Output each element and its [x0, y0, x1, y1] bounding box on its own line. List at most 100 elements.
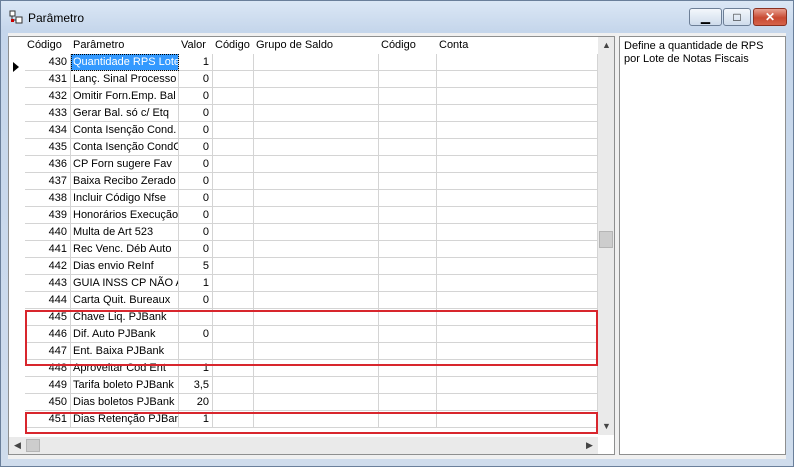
- column-header[interactable]: Parâmetro: [71, 37, 179, 53]
- codigo-conta-cell[interactable]: [379, 292, 437, 309]
- parametro-cell[interactable]: Baixa Recibo Zerado: [71, 173, 179, 190]
- conta-cell[interactable]: [437, 224, 598, 241]
- valor-cell[interactable]: 0: [179, 156, 213, 173]
- codigo-cell[interactable]: 438: [25, 190, 71, 207]
- valor-cell[interactable]: 20: [179, 394, 213, 411]
- minimize-button[interactable]: ▁: [689, 8, 722, 26]
- parametro-cell[interactable]: Carta Quit. Bureaux: [71, 292, 179, 309]
- conta-cell[interactable]: [437, 394, 598, 411]
- maximize-button[interactable]: □: [723, 8, 751, 26]
- codigo-grupo-cell[interactable]: [213, 292, 254, 309]
- parametro-cell[interactable]: Dias envio ReInf: [71, 258, 179, 275]
- parametro-cell[interactable]: Omitir Forn.Emp. Bal: [71, 88, 179, 105]
- codigo-conta-cell[interactable]: [379, 173, 437, 190]
- codigo-conta-cell[interactable]: [379, 377, 437, 394]
- parametro-cell[interactable]: Incluir Código Nfse: [71, 190, 179, 207]
- column-header[interactable]: Valor: [179, 37, 213, 53]
- conta-cell[interactable]: [437, 156, 598, 173]
- conta-cell[interactable]: [437, 190, 598, 207]
- grupo-saldo-cell[interactable]: [254, 258, 379, 275]
- conta-cell[interactable]: [437, 377, 598, 394]
- codigo-grupo-cell[interactable]: [213, 173, 254, 190]
- codigo-cell[interactable]: 436: [25, 156, 71, 173]
- scroll-left-icon[interactable]: ◀: [9, 437, 26, 454]
- codigo-grupo-cell[interactable]: [213, 105, 254, 122]
- parametro-cell[interactable]: Lanç. Sinal Processo: [71, 71, 179, 88]
- codigo-cell[interactable]: 443: [25, 275, 71, 292]
- codigo-conta-cell[interactable]: [379, 224, 437, 241]
- codigo-conta-cell[interactable]: [379, 190, 437, 207]
- valor-cell[interactable]: 0: [179, 224, 213, 241]
- codigo-conta-cell[interactable]: [379, 394, 437, 411]
- conta-cell[interactable]: [437, 275, 598, 292]
- grupo-saldo-cell[interactable]: [254, 173, 379, 190]
- valor-cell[interactable]: 5: [179, 258, 213, 275]
- horizontal-scrollbar[interactable]: ◀ ▶: [9, 437, 598, 454]
- grupo-saldo-cell[interactable]: [254, 156, 379, 173]
- codigo-grupo-cell[interactable]: [213, 156, 254, 173]
- codigo-conta-cell[interactable]: [379, 139, 437, 156]
- grupo-saldo-cell[interactable]: [254, 292, 379, 309]
- codigo-cell[interactable]: 439: [25, 207, 71, 224]
- codigo-conta-cell[interactable]: [379, 54, 437, 71]
- codigo-conta-cell[interactable]: [379, 275, 437, 292]
- column-header[interactable]: Código: [213, 37, 254, 53]
- codigo-grupo-cell[interactable]: [213, 88, 254, 105]
- codigo-cell[interactable]: 433: [25, 105, 71, 122]
- parametro-cell[interactable]: Honorários Execução: [71, 207, 179, 224]
- codigo-grupo-cell[interactable]: [213, 71, 254, 88]
- codigo-cell[interactable]: 444: [25, 292, 71, 309]
- codigo-cell[interactable]: 441: [25, 241, 71, 258]
- codigo-conta-cell[interactable]: [379, 207, 437, 224]
- grupo-saldo-cell[interactable]: [254, 377, 379, 394]
- grupo-saldo-cell[interactable]: [254, 71, 379, 88]
- valor-cell[interactable]: 3,5: [179, 377, 213, 394]
- parameters-grid[interactable]: Código Parâmetro Valor Código Grupo de Saldo…: [8, 36, 615, 455]
- codigo-cell[interactable]: 434: [25, 122, 71, 139]
- grupo-saldo-cell[interactable]: [254, 207, 379, 224]
- parametro-cell[interactable]: Gerar Bal. só c/ Etq: [71, 105, 179, 122]
- conta-cell[interactable]: [437, 173, 598, 190]
- grupo-saldo-cell[interactable]: [254, 139, 379, 156]
- grupo-saldo-cell[interactable]: [254, 190, 379, 207]
- conta-cell[interactable]: [437, 71, 598, 88]
- parametro-cell[interactable]: Rec Venc. Déb Auto: [71, 241, 179, 258]
- conta-cell[interactable]: [437, 54, 598, 71]
- grupo-saldo-cell[interactable]: [254, 224, 379, 241]
- parametro-cell[interactable]: Conta Isenção CondC: [71, 139, 179, 156]
- codigo-grupo-cell[interactable]: [213, 394, 254, 411]
- codigo-cell[interactable]: 440: [25, 224, 71, 241]
- grupo-saldo-cell[interactable]: [254, 88, 379, 105]
- grupo-saldo-cell[interactable]: [254, 54, 379, 71]
- valor-cell[interactable]: 0: [179, 105, 213, 122]
- scroll-right-icon[interactable]: ▶: [581, 437, 598, 454]
- parametro-cell[interactable]: Dias boletos PJBank: [71, 394, 179, 411]
- valor-cell[interactable]: 1: [179, 275, 213, 292]
- codigo-cell[interactable]: 430: [25, 54, 71, 71]
- grupo-saldo-cell[interactable]: [254, 241, 379, 258]
- valor-cell[interactable]: 0: [179, 190, 213, 207]
- valor-cell[interactable]: 0: [179, 173, 213, 190]
- codigo-grupo-cell[interactable]: [213, 207, 254, 224]
- valor-cell[interactable]: 0: [179, 88, 213, 105]
- codigo-grupo-cell[interactable]: [213, 377, 254, 394]
- codigo-conta-cell[interactable]: [379, 71, 437, 88]
- valor-cell[interactable]: 0: [179, 122, 213, 139]
- codigo-conta-cell[interactable]: [379, 241, 437, 258]
- conta-cell[interactable]: [437, 105, 598, 122]
- codigo-grupo-cell[interactable]: [213, 54, 254, 71]
- valor-cell[interactable]: 0: [179, 207, 213, 224]
- codigo-conta-cell[interactable]: [379, 105, 437, 122]
- parametro-cell[interactable]: GUIA INSS CP NÃO A: [71, 275, 179, 292]
- codigo-grupo-cell[interactable]: [213, 122, 254, 139]
- codigo-cell[interactable]: 450: [25, 394, 71, 411]
- column-header[interactable]: Código: [25, 37, 71, 53]
- codigo-cell[interactable]: 449: [25, 377, 71, 394]
- parametro-cell[interactable]: Conta Isenção Cond.: [71, 122, 179, 139]
- codigo-grupo-cell[interactable]: [213, 190, 254, 207]
- parametro-cell[interactable]: Multa de Art 523: [71, 224, 179, 241]
- column-header[interactable]: Conta: [437, 37, 598, 53]
- codigo-cell[interactable]: 431: [25, 71, 71, 88]
- conta-cell[interactable]: [437, 258, 598, 275]
- grupo-saldo-cell[interactable]: [254, 394, 379, 411]
